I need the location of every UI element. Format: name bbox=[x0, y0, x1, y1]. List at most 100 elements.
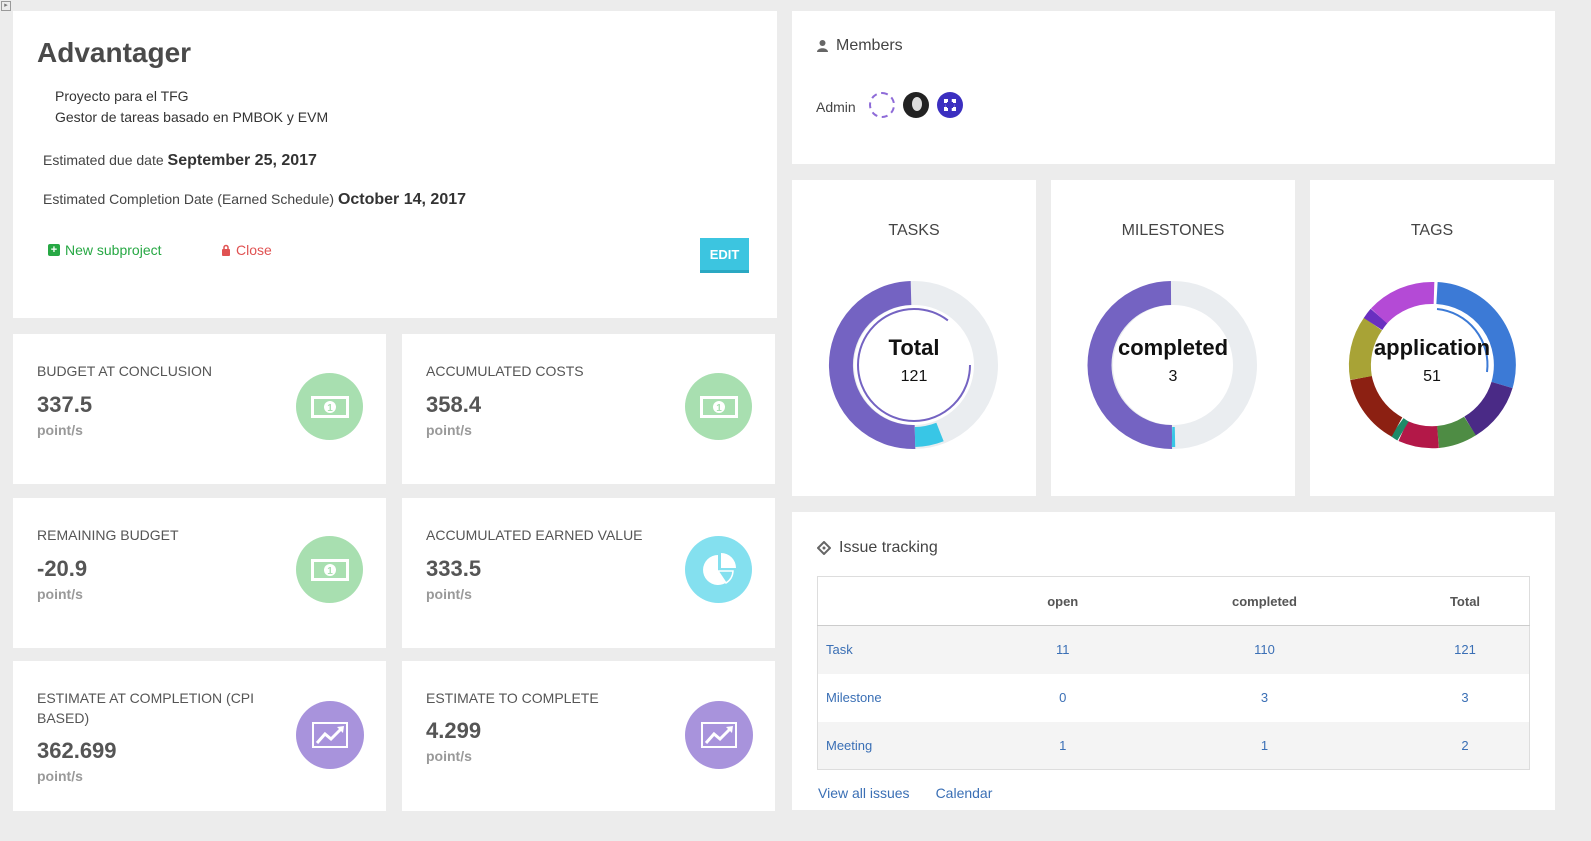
stat-label: REMAINING BUDGET bbox=[37, 527, 179, 543]
close-project-link[interactable]: Close bbox=[221, 242, 272, 258]
stat-label: BUDGET AT CONCLUSION bbox=[37, 363, 213, 379]
stat-value: 337.5 bbox=[37, 392, 93, 417]
stat-card-estimate-to-complete: ESTIMATE TO COMPLETE 4.299 point/s bbox=[402, 661, 775, 811]
column-header-total: Total bbox=[1401, 576, 1530, 626]
stat-label: ACCUMULATED EARNED VALUE bbox=[426, 527, 643, 543]
due-date-value: September 25, 2017 bbox=[167, 152, 317, 169]
tasks-open-segment bbox=[914, 422, 944, 447]
edit-button[interactable]: EDIT bbox=[700, 238, 749, 273]
pie-chart-icon bbox=[685, 536, 752, 603]
tags-chart-title: TAGS bbox=[1410, 222, 1454, 239]
issue-tracking-card: Issue tracking open completed Total Task… bbox=[792, 512, 1555, 810]
issue-type-link[interactable]: Task bbox=[817, 625, 998, 674]
user-icon bbox=[817, 40, 828, 52]
issue-links: View all issues Calendar bbox=[818, 785, 992, 801]
milestones-chart-card: MILESTONES completed 3 bbox=[1051, 180, 1295, 496]
stat-unit: point/s bbox=[426, 586, 472, 602]
stat-value: -20.9 bbox=[37, 556, 88, 581]
column-header bbox=[817, 576, 998, 626]
tasks-center-label: Total bbox=[888, 335, 940, 360]
project-card: Advantager Proyecto para el TFG Gestor d… bbox=[13, 11, 777, 318]
tasks-completed-segment bbox=[829, 281, 916, 450]
total-count-link[interactable]: 3 bbox=[1401, 674, 1530, 722]
stat-value: 362.699 bbox=[37, 738, 117, 763]
due-date-row: Estimated due date September 25, 2017 bbox=[43, 152, 317, 169]
tasks-chart-title: TASKS bbox=[888, 222, 940, 239]
table-row: Milestone 0 3 3 bbox=[818, 674, 1530, 722]
milestones-center-value: 3 bbox=[1168, 368, 1178, 385]
stat-label: ACCUMULATED COSTS bbox=[426, 363, 584, 379]
completed-count-link[interactable]: 1 bbox=[1127, 721, 1401, 770]
stat-card-remaining-budget: REMAINING BUDGET -20.9 point/s 1 bbox=[13, 498, 386, 648]
open-count-link[interactable]: 1 bbox=[997, 721, 1128, 770]
total-count-link[interactable]: 2 bbox=[1401, 721, 1530, 770]
tasks-donut-chart[interactable] bbox=[824, 275, 1004, 455]
open-count-link[interactable]: 0 bbox=[998, 674, 1128, 722]
tasks-center-value: 121 bbox=[900, 368, 928, 385]
column-header-open: open bbox=[997, 576, 1128, 626]
issue-tracking-title: Issue tracking bbox=[817, 539, 938, 557]
tags-segment-green bbox=[1436, 416, 1476, 448]
admin-label: Admin bbox=[816, 99, 856, 115]
milestones-center-label: completed bbox=[1117, 335, 1229, 360]
lock-icon bbox=[222, 244, 230, 256]
milestones-completed-segment bbox=[1087, 281, 1173, 450]
stat-label: ESTIMATE AT COMPLETION (CPI BASED) bbox=[37, 690, 255, 726]
tags-center-label: application bbox=[1373, 335, 1491, 360]
tasks-chart-card: TASKS Total 121 bbox=[792, 180, 1036, 496]
completed-count-link[interactable]: 110 bbox=[1127, 625, 1401, 674]
stat-unit: point/s bbox=[426, 748, 472, 764]
completed-count-link[interactable]: 3 bbox=[1128, 674, 1401, 722]
milestones-donut-chart[interactable] bbox=[1083, 275, 1263, 455]
table-row: Meeting 1 1 2 bbox=[817, 721, 1530, 770]
stat-card-estimate-at-completion: ESTIMATE AT COMPLETION (CPI BASED) 362.6… bbox=[13, 661, 386, 811]
project-description: Proyecto para el TFG Gestor de tareas ba… bbox=[55, 88, 329, 125]
calendar-link[interactable]: Calendar bbox=[936, 785, 993, 801]
stat-value: 333.5 bbox=[426, 556, 482, 581]
members-title: Members bbox=[817, 37, 903, 55]
member-avatar[interactable] bbox=[937, 92, 963, 118]
svg-text:1: 1 bbox=[327, 403, 333, 414]
stat-value: 4.299 bbox=[426, 718, 482, 743]
plus-square-icon: + bbox=[48, 244, 60, 256]
trend-up-icon bbox=[685, 701, 753, 769]
view-all-issues-link[interactable]: View all issues bbox=[818, 785, 910, 801]
issue-type-link[interactable]: Milestone bbox=[818, 674, 998, 722]
tags-segment-teal bbox=[1390, 418, 1409, 441]
tags-segment-violet bbox=[1363, 308, 1388, 331]
milestones-chart-title: MILESTONES bbox=[1121, 222, 1225, 239]
collapse-toggle-icon[interactable]: ▸ bbox=[1, 1, 11, 11]
table-row: Task 11 110 121 bbox=[817, 625, 1530, 674]
stat-label: ESTIMATE TO COMPLETE bbox=[426, 690, 599, 706]
money-icon: 1 bbox=[296, 373, 363, 440]
stat-card-accumulated-costs: ACCUMULATED COSTS 358.4 point/s 1 bbox=[402, 334, 775, 484]
tags-chart-card: TAGS application 51 bbox=[1310, 180, 1554, 496]
svg-text:1: 1 bbox=[716, 403, 722, 414]
stat-value: 358.4 bbox=[426, 392, 482, 417]
svg-text:1: 1 bbox=[327, 566, 333, 577]
member-avatar[interactable] bbox=[869, 92, 895, 118]
completion-date-row: Estimated Completion Date (Earned Schedu… bbox=[43, 191, 467, 208]
ticket-icon bbox=[817, 541, 831, 555]
stat-unit: point/s bbox=[426, 422, 472, 438]
stat-unit: point/s bbox=[37, 422, 83, 438]
tags-segment-indigo bbox=[1463, 381, 1513, 436]
column-header-completed: completed bbox=[1127, 576, 1401, 626]
stat-card-accumulated-earned-value: ACCUMULATED EARNED VALUE 333.5 point/s bbox=[402, 498, 775, 648]
money-icon: 1 bbox=[296, 536, 363, 603]
new-subproject-link[interactable]: + New subproject bbox=[48, 242, 162, 258]
member-avatar[interactable] bbox=[903, 92, 929, 118]
open-count-link[interactable]: 11 bbox=[997, 625, 1128, 674]
tags-segment-magenta bbox=[1370, 281, 1435, 324]
tags-segment-crimson bbox=[1398, 420, 1439, 449]
total-count-link[interactable]: 121 bbox=[1401, 625, 1530, 674]
tags-center-value: 51 bbox=[1423, 368, 1441, 385]
trend-up-icon bbox=[296, 701, 364, 769]
project-title: Advantager bbox=[37, 37, 192, 68]
money-icon: 1 bbox=[685, 373, 752, 440]
issue-type-link[interactable]: Meeting bbox=[817, 721, 998, 770]
tags-donut-chart[interactable] bbox=[1342, 275, 1522, 455]
issue-table: open completed Total Task 11 110 121 Mil… bbox=[817, 576, 1530, 770]
stat-unit: point/s bbox=[37, 586, 83, 602]
completion-date-value: October 14, 2017 bbox=[337, 191, 467, 208]
